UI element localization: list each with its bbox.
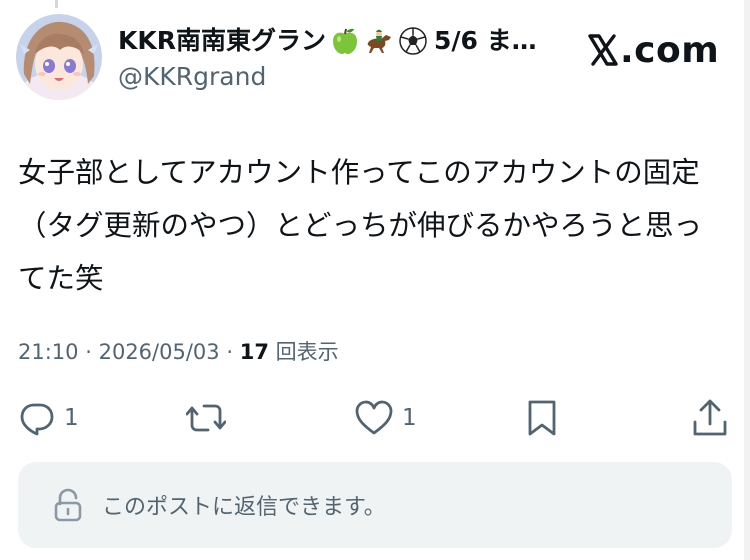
x-logo-icon bbox=[588, 34, 618, 66]
post-text: 女子部としてアカウント作ってこのアカウントの固定（タグ更新のやつ）とどっちが伸び… bbox=[18, 156, 703, 295]
horse-racing-icon bbox=[364, 26, 394, 56]
author-display-name[interactable]: KKR南南東グラン 5/6 ま… bbox=[118, 24, 568, 58]
thread-connector bbox=[55, 0, 58, 8]
share-button[interactable] bbox=[692, 396, 728, 440]
anime-girl-avatar-icon bbox=[16, 14, 102, 100]
like-count: 1 bbox=[402, 405, 417, 431]
reply-restricted-text: このポストに返信できます。 bbox=[102, 495, 386, 520]
reply-count: 1 bbox=[64, 405, 79, 431]
views-count[interactable]: 17 bbox=[240, 340, 269, 364]
display-name-text: KKR南南東グラン bbox=[118, 26, 326, 55]
reply-restricted-box: このポストに返信できます。 bbox=[18, 462, 732, 548]
meta-separator: · bbox=[85, 340, 92, 364]
views-label[interactable]: 回表示 bbox=[276, 340, 339, 364]
post-time[interactable]: 21:10 bbox=[18, 340, 79, 364]
reply-button[interactable]: 1 bbox=[18, 396, 79, 440]
lock-icon bbox=[54, 488, 82, 522]
display-name-suffix: 5/6 ま… bbox=[434, 26, 537, 55]
action-bar: 1 1 bbox=[0, 396, 750, 440]
meta-separator-2: · bbox=[226, 340, 234, 364]
bookmark-button[interactable] bbox=[524, 396, 560, 440]
post-date[interactable]: 2026/05/03 bbox=[99, 340, 220, 364]
like-button[interactable]: 1 bbox=[354, 396, 417, 440]
brand-label: .com bbox=[620, 29, 720, 71]
x-com-brand[interactable]: .com bbox=[588, 26, 719, 74]
scrollbar[interactable] bbox=[744, 0, 750, 560]
share-icon bbox=[693, 399, 727, 436]
tweet-card: KKR南南東グラン 5/6 ま… @KKRgrand .com 女子部としてアカ… bbox=[0, 0, 750, 560]
post-meta: 21:10 · 2026/05/03 · 17 回表示 bbox=[18, 336, 339, 368]
repost-button[interactable] bbox=[186, 396, 234, 440]
reply-icon bbox=[20, 403, 54, 436]
green-apple-icon bbox=[330, 26, 360, 56]
repost-icon bbox=[186, 404, 226, 432]
avatar[interactable] bbox=[16, 14, 102, 100]
soccer-ball-icon bbox=[398, 26, 428, 56]
bookmark-icon bbox=[528, 400, 556, 436]
author-handle[interactable]: @KKRgrand bbox=[118, 60, 266, 94]
heart-icon bbox=[355, 400, 393, 435]
